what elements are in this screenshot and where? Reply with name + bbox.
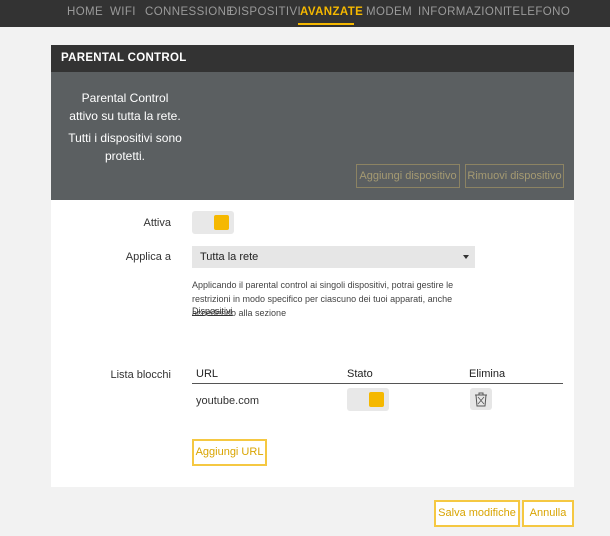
tab-informazioni[interactable]: INFORMAZIONI	[418, 6, 507, 18]
column-header-state: Stato	[347, 368, 373, 380]
remove-device-button[interactable]: Rimuovi dispositivo	[465, 164, 564, 188]
card-header: PARENTAL CONTROL	[51, 45, 574, 72]
tab-wifi[interactable]: WIFI	[110, 6, 136, 18]
status-panel: Parental Control attivo su tutta la rete…	[51, 72, 574, 200]
tab-avanzate[interactable]: AVANZATE	[300, 6, 363, 18]
parental-control-card: PARENTAL CONTROL Parental Control attivo…	[51, 45, 574, 487]
save-button[interactable]: Salva modifiche	[434, 500, 520, 527]
tab-telefono[interactable]: TELEFONO	[505, 6, 570, 18]
status-line-3: Tutti i dispositivi sono	[68, 131, 182, 145]
dispositivi-link[interactable]: Dispositivi	[192, 306, 233, 316]
apply-select[interactable]: Tutta la rete	[192, 246, 475, 268]
status-line-2: attivo su tutta la rete.	[69, 109, 181, 123]
card-title: PARENTAL CONTROL	[61, 52, 187, 64]
chevron-down-icon	[463, 255, 469, 259]
active-toggle[interactable]	[192, 211, 234, 234]
url-state-toggle[interactable]	[347, 388, 389, 411]
column-header-delete: Elimina	[469, 368, 506, 380]
url-cell: youtube.com	[196, 395, 259, 407]
blocklist-label: Lista blocchi	[110, 369, 171, 381]
apply-label: Applica a	[125, 251, 171, 263]
active-tab-indicator	[298, 23, 354, 25]
add-device-button[interactable]: Aggiungi dispositivo	[356, 164, 460, 188]
help-text: Applicando il parental control ai singol…	[192, 280, 454, 318]
active-label: Attiva	[143, 217, 171, 229]
status-line-4: protetti.	[104, 149, 146, 163]
apply-select-value: Tutta la rete	[200, 251, 259, 263]
trash-icon	[475, 392, 487, 407]
delete-url-button[interactable]	[470, 388, 492, 410]
table-header-divider	[192, 383, 563, 384]
add-url-button[interactable]: Aggiungi URL	[192, 439, 267, 466]
tab-home[interactable]: HOME	[67, 6, 103, 18]
tab-dispositivi[interactable]: DISPOSITIVI	[229, 6, 301, 18]
top-navigation: HOME WIFI CONNESSIONE DISPOSITIVI AVANZA…	[0, 0, 610, 27]
toggle-knob	[214, 215, 229, 230]
toggle-knob	[369, 392, 384, 407]
column-header-url: URL	[196, 368, 219, 380]
tab-modem[interactable]: MODEM	[366, 6, 412, 18]
cancel-button[interactable]: Annulla	[522, 500, 574, 527]
status-line-1: Parental Control	[81, 91, 169, 105]
tab-connessione[interactable]: CONNESSIONE	[145, 6, 234, 18]
